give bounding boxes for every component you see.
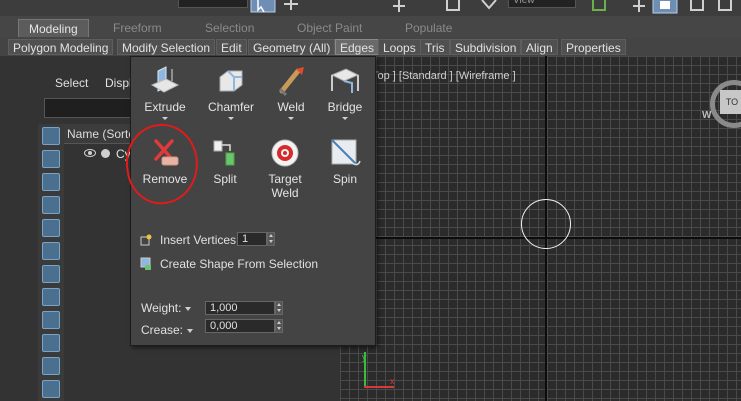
pivot-icon[interactable]: [590, 0, 608, 14]
crease-input[interactable]: 0,000: [205, 319, 275, 333]
target-weld-label-1: Target: [268, 172, 302, 186]
spin-icon: [331, 139, 361, 166]
move-icon[interactable]: [282, 0, 300, 14]
chamfer-label: Chamfer: [207, 100, 254, 114]
panel-polygon-modeling[interactable]: Polygon Modeling: [8, 39, 114, 55]
ribbon-tab-bar: Modeling Freeform Selection Object Paint…: [0, 16, 741, 48]
create-shape-from-selection-button[interactable]: Create Shape From Selection: [160, 257, 318, 271]
viewcube-top-face[interactable]: TO: [720, 90, 741, 114]
selection-set-field[interactable]: [178, 0, 248, 8]
move-arrows-icon[interactable]: [390, 0, 408, 14]
bridge-label: Bridge: [327, 100, 363, 114]
chamfer-options-arrow[interactable]: [228, 117, 234, 120]
crease-dropdown-icon[interactable]: [187, 328, 194, 333]
viewport-label[interactable]: Top ] [Standard ] [Wireframe ]: [372, 70, 516, 82]
explorer-filter-bar: [38, 124, 64, 401]
weight-spinner[interactable]: [275, 301, 283, 315]
filter-helpers-icon[interactable]: [42, 219, 60, 237]
weight-label[interactable]: Weight:: [141, 301, 192, 315]
weight-label-text: Weight:: [141, 301, 182, 315]
insert-vertices-count-input[interactable]: 1: [237, 232, 267, 246]
filter-space-warps-icon[interactable]: [42, 242, 60, 260]
weld-button[interactable]: Weld: [261, 65, 321, 120]
tab-populate[interactable]: Populate: [405, 19, 452, 37]
select-cursor-icon[interactable]: [250, 0, 276, 14]
weld-options-arrow[interactable]: [288, 117, 294, 120]
extrude-icon: [150, 66, 180, 93]
reference-coordinate-field[interactable]: View: [508, 0, 576, 8]
split-label: Split: [213, 172, 237, 186]
crease-label[interactable]: Crease:: [141, 323, 194, 337]
snap-toggle-icon[interactable]: [652, 0, 678, 14]
target-weld-button[interactable]: Target Weld: [255, 137, 315, 200]
filter-frozen-icon[interactable]: [42, 357, 60, 375]
insert-vertices-spinner[interactable]: [267, 232, 275, 246]
bridge-options-arrow[interactable]: [342, 117, 348, 120]
main-toolbar: View: [0, 0, 741, 16]
filter-groups-icon[interactable]: [42, 265, 60, 283]
snap-icon[interactable]: [480, 0, 498, 14]
panel-edit[interactable]: Edit: [216, 39, 247, 55]
select-manipulate-icon[interactable]: [630, 0, 648, 14]
panel-geometry-all[interactable]: Geometry (All): [248, 39, 336, 55]
target-weld-icon: [271, 139, 299, 167]
viewcube-compass-west: W: [702, 110, 712, 121]
spin-label: Spin: [332, 172, 358, 186]
bridge-button[interactable]: Bridge: [315, 65, 375, 120]
axis-gizmo-x: [364, 386, 394, 388]
panel-modify-selection[interactable]: Modify Selection: [117, 39, 216, 55]
chamfer-button[interactable]: Chamfer: [201, 65, 261, 120]
panel-subdivision[interactable]: Subdivision: [450, 39, 522, 55]
target-weld-label-2: Weld: [271, 186, 299, 200]
filter-shapes-icon[interactable]: [42, 150, 60, 168]
angle-snap-icon[interactable]: [688, 0, 706, 14]
filter-cameras-icon[interactable]: [42, 196, 60, 214]
explorer-menu-select[interactable]: Select: [55, 76, 88, 90]
filter-lights-icon[interactable]: [42, 173, 60, 191]
chamfer-icon: [219, 70, 243, 92]
crease-spinner[interactable]: [275, 319, 283, 333]
explorer-search-input[interactable]: [44, 98, 144, 118]
object-dot-icon: [101, 149, 110, 158]
panel-properties[interactable]: Properties: [561, 39, 626, 55]
panel-loops[interactable]: Loops: [378, 39, 421, 55]
extrude-button[interactable]: Extrude: [135, 65, 195, 120]
extrude-label: Extrude: [144, 100, 186, 114]
axis-gizmo-y-label: y: [362, 352, 367, 362]
weight-dropdown-icon[interactable]: [185, 306, 192, 311]
axis-gizmo-x-label: x: [390, 376, 395, 386]
tab-modeling[interactable]: Modeling: [18, 19, 89, 37]
ribbon-panel-bar: Polygon Modeling Modify Selection Edit G…: [0, 38, 741, 56]
weight-input[interactable]: 1,000: [205, 301, 275, 315]
bridge-icon: [330, 68, 360, 93]
explorer-menu-display[interactable]: Displ: [105, 76, 132, 90]
insert-vertices-icon: [140, 234, 152, 246]
create-shape-icon: [140, 257, 151, 270]
tab-freeform[interactable]: Freeform: [113, 19, 162, 37]
panel-tris[interactable]: Tris: [420, 39, 450, 55]
filter-hidden-icon[interactable]: [42, 380, 60, 398]
tab-object-paint[interactable]: Object Paint: [297, 19, 362, 37]
crease-label-text: Crease:: [141, 323, 184, 337]
top-viewport[interactable]: Top ] [Standard ] [Wireframe ] TO W y x: [340, 56, 741, 401]
filter-xrefs-icon[interactable]: [42, 288, 60, 306]
eye-icon[interactable]: [84, 149, 96, 157]
weld-icon: [278, 67, 304, 97]
split-button[interactable]: Split: [195, 137, 255, 186]
filter-containers-icon[interactable]: [42, 334, 60, 352]
insert-vertices-button[interactable]: Insert Vertices: [160, 233, 236, 247]
scale-icon[interactable]: [445, 0, 463, 14]
spin-button[interactable]: Spin: [315, 137, 375, 186]
extrude-options-arrow[interactable]: [162, 117, 168, 120]
filter-bones-icon[interactable]: [42, 311, 60, 329]
weld-label: Weld: [277, 100, 305, 114]
split-icon: [213, 140, 235, 166]
filter-geometry-icon[interactable]: [42, 127, 60, 145]
circle-object[interactable]: [521, 199, 571, 249]
panel-edges[interactable]: Edges: [335, 39, 380, 55]
panel-align[interactable]: Align: [521, 39, 558, 55]
tab-selection[interactable]: Selection: [205, 19, 254, 37]
percent-snap-icon[interactable]: [716, 0, 734, 14]
